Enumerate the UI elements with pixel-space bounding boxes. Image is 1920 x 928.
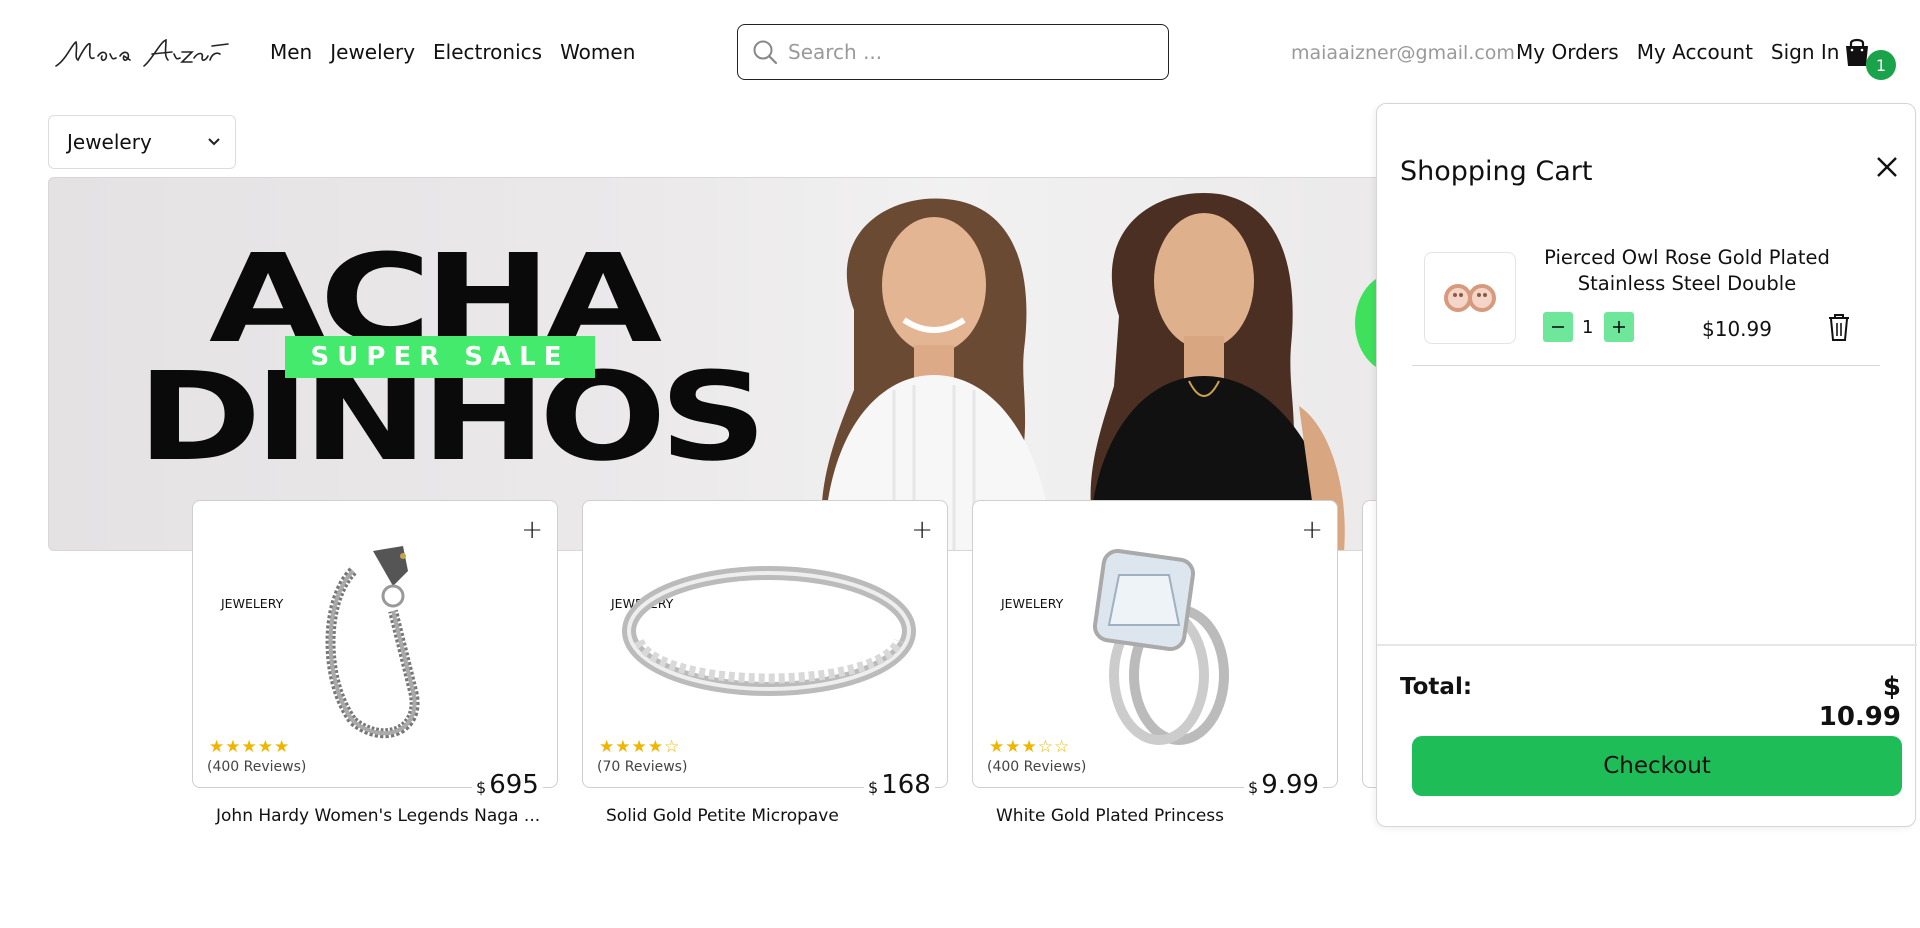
cart-item-name-line2: Stainless Steel Double	[1577, 272, 1797, 295]
signature-logo-icon	[55, 38, 229, 67]
promo-banner[interactable]: ACHA DINHOS SUPER SALE	[48, 177, 1548, 551]
plus-icon	[1613, 321, 1625, 333]
shopping-cart-panel: Shopping Cart Pierced Owl Rose Gold Plat…	[1376, 103, 1917, 827]
total-value: $ 10.99	[1818, 672, 1901, 732]
checkout-button[interactable]: Checkout	[1412, 736, 1902, 796]
search-icon	[753, 40, 778, 65]
nav-men[interactable]: Men	[270, 40, 312, 64]
divider	[1412, 365, 1880, 366]
review-count: (400 Reviews)	[987, 759, 1087, 775]
category-select[interactable]: Jewelery	[48, 115, 236, 169]
price-value: 168	[881, 770, 931, 800]
nav-electronics[interactable]: Electronics	[433, 40, 542, 64]
price-currency: $	[868, 778, 879, 797]
engagement-ring-image	[1092, 548, 1229, 745]
product-title[interactable]: John Hardy Women's Legends Naga ...	[216, 806, 540, 826]
review-count: (70 Reviews)	[597, 759, 688, 775]
rating-stars: ★★★★★	[209, 737, 291, 757]
category-select-value: Jewelery	[67, 130, 152, 154]
cart-title: Shopping Cart	[1400, 156, 1593, 187]
cart-item-thumbnail[interactable]	[1424, 252, 1516, 344]
nav-jewelery[interactable]: Jewelery	[330, 40, 415, 64]
add-to-cart-icon[interactable]: +	[1301, 515, 1323, 545]
review-count: (400 Reviews)	[207, 759, 307, 775]
cart-item-price: $10.99	[1702, 317, 1772, 341]
super-sale-tag: SUPER SALE	[285, 336, 595, 378]
sign-in-link[interactable]: Sign In	[1771, 40, 1840, 64]
rating-stars: ★★★☆☆	[989, 737, 1071, 757]
user-email: maiaaizner@gmail.com	[1291, 42, 1515, 64]
minus-icon	[1552, 326, 1564, 328]
product-category: JEWELERY	[1001, 596, 1064, 611]
account-links: My Orders My Account Sign In	[1516, 40, 1839, 64]
quantity-value: 1	[1582, 317, 1594, 338]
product-price: $ 9.99	[1244, 770, 1324, 800]
product-title[interactable]: Solid Gold Petite Micropave	[606, 806, 839, 826]
product-card[interactable]: + JEWELERY ★★★★☆ (70 Reviews)	[582, 500, 948, 788]
product-price: $ 168	[864, 770, 935, 800]
increase-quantity-button[interactable]	[1604, 312, 1634, 342]
product-card[interactable]: + JEWELERY ★★★☆☆ (400 Reviews)	[972, 500, 1338, 788]
add-to-cart-icon[interactable]: +	[911, 515, 933, 545]
cart-item-name[interactable]: Pierced Owl Rose Gold Plated Stainless S…	[1537, 245, 1837, 297]
nav-women[interactable]: Women	[560, 40, 635, 64]
bracelet-image	[325, 546, 420, 739]
cart-item-name-line1: Pierced Owl Rose Gold Plated	[1544, 246, 1830, 269]
divider	[1377, 644, 1917, 646]
total-label: Total:	[1400, 674, 1473, 700]
search-input[interactable]	[788, 40, 1148, 64]
my-orders-link[interactable]: My Orders	[1516, 40, 1619, 64]
decrease-quantity-button[interactable]	[1543, 312, 1573, 342]
earring-image	[1444, 284, 1496, 312]
price-value: 695	[489, 770, 539, 800]
brand-logo[interactable]	[52, 30, 230, 76]
search-bar	[737, 24, 1169, 80]
product-card[interactable]: + JEWELERY ★★★★★ (400 Reviews)	[192, 500, 558, 788]
rating-stars: ★★★★☆	[599, 737, 681, 757]
my-account-link[interactable]: My Account	[1637, 40, 1753, 64]
price-currency: $	[476, 778, 487, 797]
main-nav: Men Jewelery Electronics Women	[270, 40, 635, 64]
model-photo-black-top	[1089, 193, 1345, 550]
close-icon[interactable]	[1872, 152, 1902, 182]
product-category: JEWELERY	[221, 596, 284, 611]
ring-band-image	[622, 566, 916, 696]
price-currency: $	[1248, 778, 1259, 797]
price-value: 9.99	[1261, 770, 1320, 800]
product-price: $ 695	[472, 770, 543, 800]
cart-count-badge: 1	[1866, 50, 1896, 80]
trash-icon[interactable]	[1827, 312, 1851, 342]
product-title[interactable]: White Gold Plated Princess	[996, 806, 1224, 826]
add-to-cart-icon[interactable]: +	[521, 515, 543, 545]
chevron-down-icon	[208, 138, 220, 146]
